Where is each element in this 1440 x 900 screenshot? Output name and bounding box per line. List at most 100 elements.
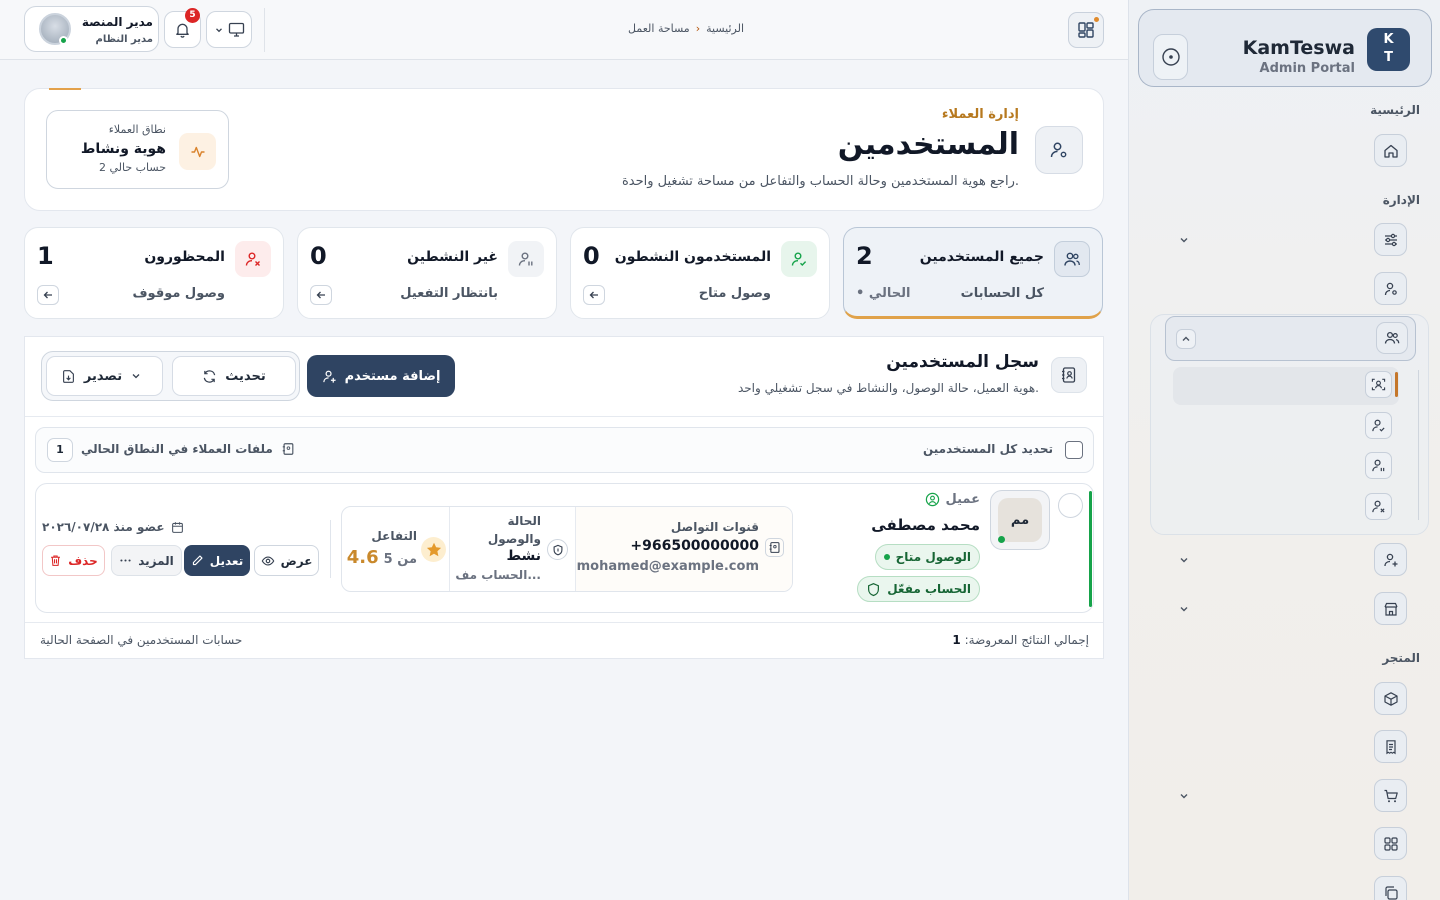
breadcrumb-home[interactable]: الرئيسية: [706, 22, 744, 35]
contact-label: قنوات التواصل: [670, 520, 759, 534]
refresh-icon: [204, 369, 216, 383]
stat-card-banned-users[interactable]: المحظورون 1 وصول موقوف: [24, 227, 284, 319]
apps-menu-button[interactable]: [1068, 12, 1104, 48]
scope-label: نطاق العملاء: [108, 123, 166, 136]
notifications-button[interactable]: 5: [164, 8, 201, 48]
sidebar-item-user-admin[interactable]: [1374, 272, 1407, 305]
arrow-left-icon[interactable]: [583, 285, 605, 305]
box-icon: [1383, 691, 1398, 706]
user-x-icon-box: [235, 241, 271, 277]
export-button[interactable]: تصدير: [46, 356, 163, 396]
arrow-left-icon[interactable]: [310, 285, 332, 305]
sidebar-item-add-user[interactable]: [1374, 543, 1407, 576]
user-menu[interactable]: مدير المنصة مدير النظام: [24, 6, 159, 52]
status-dot: [883, 554, 890, 560]
breadcrumb: الرئيسية ‹ مساحة العمل: [628, 22, 744, 35]
stat-value: 2: [856, 242, 873, 270]
sidebar-item-users[interactable]: [1165, 316, 1416, 361]
engagement-label: التفاعل: [371, 529, 417, 543]
chevron-down-icon[interactable]: [1174, 550, 1194, 570]
sidebar-item-settings[interactable]: [1374, 223, 1407, 256]
scope-files-indicator: ملفات العملاء في النطاق الحالي: [81, 442, 295, 456]
stat-subtitle: وصول متاح: [698, 286, 771, 301]
status-access: الحالة والوصول نشط الحساب مف...: [449, 507, 576, 591]
add-user-button[interactable]: إضافة مستخدم: [307, 355, 455, 397]
active-indicator: [1395, 372, 1398, 397]
stat-subtitle: بانتظار التفعيل: [400, 286, 498, 301]
stat-card-active-users[interactable]: المستخدمون النشطون 0 وصول متاح: [570, 227, 830, 319]
user-name[interactable]: محمد مصطفى: [871, 516, 980, 534]
stat-subtitle: وصول موقوف: [132, 286, 225, 301]
sidebar-item-orders[interactable]: [1374, 779, 1407, 812]
account-status-badge: الحساب مفعّل: [857, 576, 980, 602]
page-title: المستخدمين: [837, 127, 1019, 162]
stat-card-inactive-users[interactable]: غير النشطين 0 بانتظار التفعيل: [297, 227, 557, 319]
dashboard-grid-icon: [1078, 22, 1094, 38]
user-pause-icon: [1372, 459, 1385, 472]
sidebar-subitem-active-users[interactable]: [1365, 412, 1392, 439]
receipt-icon: [1385, 739, 1396, 754]
sidebar-item-copies[interactable]: [1374, 876, 1407, 900]
engagement-score: التفاعل 4.6 من 5: [342, 507, 451, 591]
sidebar-item-stores[interactable]: [1374, 592, 1407, 625]
delete-button[interactable]: حذف: [42, 545, 105, 576]
stat-subtitle: كل الحسابات: [960, 286, 1044, 301]
sidebar-item-invoices[interactable]: [1374, 730, 1407, 763]
select-all-label: تحديد كل المستخدمين: [922, 442, 1053, 456]
sidebar-subitem-banned-users[interactable]: [1365, 493, 1392, 520]
refresh-label: تحديث: [225, 368, 266, 384]
scope-value: هوية ونشاط: [80, 141, 166, 157]
registry-header: سجل المستخدمين هوية العميل، حالة الوصول،…: [25, 337, 1103, 417]
chevron-down-icon: [132, 374, 140, 379]
user-check-icon: [1372, 419, 1385, 432]
scope-files-count: 1: [47, 438, 73, 462]
sidebar-section-store: المتجر: [1382, 651, 1420, 665]
sidebar-collapse-button[interactable]: [1153, 34, 1188, 80]
brand-card: K T KamTeswa Admin Portal: [1138, 9, 1432, 87]
display-mode-button[interactable]: [206, 11, 252, 48]
brand-logo-letter-2: T: [1384, 50, 1393, 65]
select-all-checkbox[interactable]: [1065, 441, 1083, 459]
chevron-down-icon[interactable]: [1174, 599, 1194, 619]
sidebar-subitem-inactive-users[interactable]: [1365, 452, 1392, 479]
more-dots-icon: [120, 559, 131, 562]
view-button[interactable]: عرض: [254, 545, 319, 576]
sidebar-item-products[interactable]: [1374, 682, 1407, 715]
status-subtext: الحساب مف...: [455, 568, 541, 582]
row-divider: [330, 520, 331, 578]
row-select-checkbox[interactable]: [1058, 493, 1083, 518]
edit-button[interactable]: تعديل: [184, 545, 250, 576]
calendar-icon: [171, 521, 183, 533]
user-x-icon: [245, 252, 260, 266]
account-badge-label: الحساب مفعّل: [887, 582, 971, 596]
registry-description: هوية العميل، حالة الوصول، والنشاط في سجل…: [737, 381, 1039, 395]
brand-logo: K T: [1367, 28, 1410, 71]
contact-book-icon: [282, 443, 294, 455]
export-label: تصدير: [83, 368, 123, 384]
star-icon: [421, 537, 446, 562]
top-bar: الرئيسية ‹ مساحة العمل 5 مدير المنصة مدي…: [0, 0, 1128, 60]
selection-bar: تحديد كل المستخدمين ملفات العملاء في الن…: [35, 427, 1094, 473]
chevron-down-icon[interactable]: [1174, 786, 1194, 806]
users-scan-icon[interactable]: [1365, 371, 1392, 398]
status-label: الحالة والوصول: [487, 514, 541, 546]
target-icon: [1161, 48, 1180, 66]
user-role: عميل: [925, 492, 980, 507]
header-accent: [49, 88, 81, 90]
user-phone: +966500000000: [630, 538, 759, 554]
chevron-down-icon[interactable]: [1174, 230, 1194, 250]
building-icon: [1383, 602, 1398, 616]
sidebar-item-home[interactable]: [1374, 134, 1407, 167]
sidebar-item-categories[interactable]: [1374, 827, 1407, 860]
results-total-label: إجمالي النتائج المعروضة:: [964, 633, 1089, 647]
stat-card-all-users[interactable]: جميع المستخدمين 2 كل الحسابات • الحالي: [843, 227, 1103, 319]
apps-notification-dot: [1094, 17, 1099, 22]
refresh-button[interactable]: تحديث: [172, 356, 296, 396]
user-x-icon: [1372, 500, 1385, 513]
more-actions-button[interactable]: المزيد: [111, 545, 182, 576]
arrow-left-icon[interactable]: [37, 285, 59, 305]
registry-footer: إجمالي النتائج المعروضة: 1 حسابات المستخ…: [25, 622, 1103, 658]
users-icon: [1384, 331, 1400, 344]
user-check-icon-box: [781, 241, 817, 277]
chevron-up-icon[interactable]: [1176, 329, 1196, 349]
